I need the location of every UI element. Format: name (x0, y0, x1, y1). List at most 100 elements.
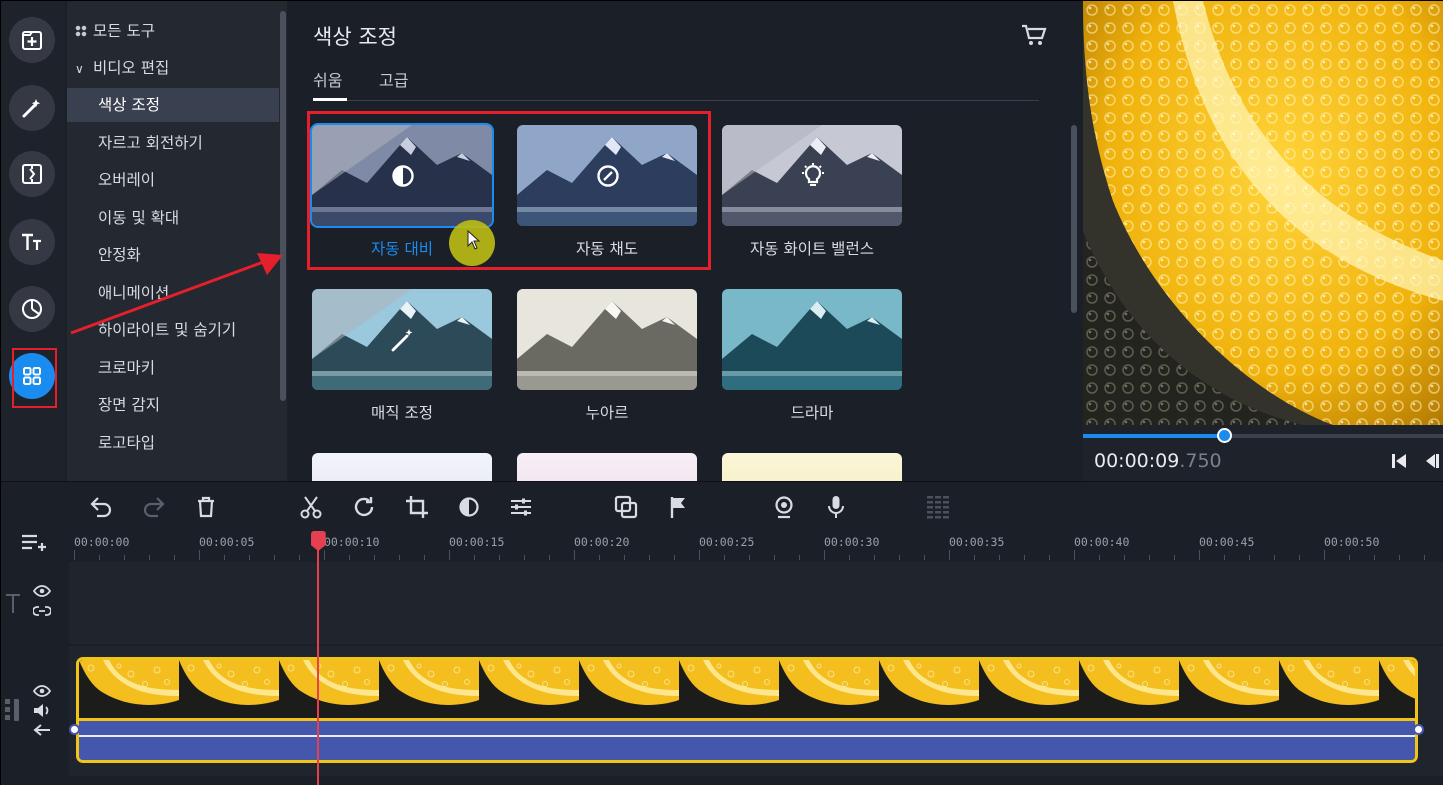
undo-button[interactable] (88, 494, 114, 520)
preset-tile[interactable]: 자동 화이트 밸런스 (722, 125, 902, 259)
preview-timecode: 00:00:09.750 (1094, 450, 1222, 472)
preset-tile[interactable]: 드라마 (722, 289, 902, 423)
ruler-tick (949, 550, 950, 560)
clip-frame-thumbnail (979, 660, 1079, 718)
mountain-thumbnail (722, 289, 902, 390)
scissors-icon (300, 496, 322, 519)
preset-label: 자동 화이트 밸런스 (750, 240, 874, 258)
category-item[interactable]: 오버레이 (67, 163, 279, 197)
redo-button[interactable] (141, 494, 167, 520)
clip-frame-thumbnail (79, 660, 179, 718)
mountain-thumbnail (517, 289, 697, 390)
link-icon[interactable] (33, 604, 51, 618)
volume-keyframe-end[interactable] (1413, 724, 1424, 735)
text-track[interactable] (69, 562, 1443, 644)
category-item[interactable]: 장면 감지 (67, 388, 279, 422)
cart-icon[interactable] (1021, 23, 1047, 47)
crop-button[interactable] (404, 494, 430, 520)
tab-easy[interactable]: 쉬움 (313, 67, 342, 91)
category-item[interactable]: 자르고 회전하기 (67, 126, 279, 160)
ruler-label: 00:00:10 (324, 535, 380, 549)
ruler-tick (774, 555, 775, 560)
category-item[interactable]: 색상 조정 (67, 88, 279, 122)
ruler-label: 00:00:45 (1199, 535, 1255, 549)
ruler-tick (1099, 555, 1100, 560)
flag-icon (670, 497, 685, 518)
ruler-tick (999, 555, 1000, 560)
clip-audio[interactable] (79, 718, 1415, 760)
video-clip[interactable] (76, 657, 1418, 763)
lightbulb-icon (802, 163, 824, 186)
preset-label: 드라마 (790, 404, 834, 422)
ruler-label: 00:00:25 (699, 535, 755, 549)
audio-levels-button[interactable] (925, 494, 951, 520)
sticker-icon (22, 299, 42, 319)
transition-wizard-button[interactable] (613, 494, 639, 520)
volume-line[interactable] (79, 735, 1415, 737)
preset-tile[interactable]: 누아르 (517, 289, 697, 423)
volume-keyframe-start[interactable] (69, 724, 80, 735)
titles-button[interactable] (9, 219, 55, 265)
split-button[interactable] (298, 494, 324, 520)
marker-button[interactable] (666, 494, 692, 520)
category-item[interactable]: 로고타입 (67, 426, 279, 460)
category-video-editing[interactable]: ∨ 비디오 편집 (67, 51, 279, 85)
ruler-tick (799, 555, 800, 560)
arrow-left-icon[interactable] (33, 723, 51, 737)
panel-scrollbar[interactable] (1071, 125, 1077, 313)
preview-progress (1083, 434, 1224, 438)
skip-to-start-icon[interactable] (1389, 451, 1409, 471)
ruler-tick (149, 555, 150, 560)
filters-button[interactable] (9, 85, 55, 131)
category-item[interactable]: 이동 및 확대 (67, 201, 279, 235)
category-item[interactable]: 크로마키 (67, 351, 279, 385)
ruler-tick (474, 555, 475, 560)
tile-partial-1[interactable] (312, 453, 492, 481)
tab-advanced[interactable]: 고급 (379, 67, 408, 91)
highlight-box-tools (12, 348, 57, 408)
preview-video[interactable] (1083, 1, 1443, 425)
preset-tile[interactable]: 매직 조정 (312, 289, 492, 423)
import-button[interactable] (9, 17, 55, 63)
clip-frame-thumbnail (879, 660, 979, 718)
webcam-record-button[interactable] (771, 494, 797, 520)
drag-handle-icon[interactable] (4, 698, 20, 722)
ruler-label: 00:00:20 (574, 535, 630, 549)
lemon-frame-image (1179, 660, 1279, 718)
ruler-tick (324, 550, 325, 560)
ruler-tick (349, 555, 350, 560)
timeline-ruler[interactable]: 00:00:00 00:00:05 00:00:10 00:00:15 00:00:20… (69, 532, 1429, 562)
ruler-tick (824, 550, 825, 560)
clip-properties-button[interactable] (508, 494, 534, 520)
previous-frame-icon[interactable] (1421, 451, 1441, 471)
ruler-tick (1124, 555, 1125, 560)
eye-icon[interactable] (33, 585, 51, 597)
eye-icon[interactable] (33, 685, 51, 697)
tile-partial-2[interactable] (517, 453, 697, 481)
category-all-tools[interactable]: 모든 도구 (67, 14, 279, 48)
ruler-tick (1024, 555, 1025, 560)
add-track-icon[interactable] (21, 532, 47, 554)
preview-seekbar[interactable] (1083, 428, 1443, 443)
speaker-icon[interactable] (33, 703, 51, 718)
color-adjust-button[interactable] (456, 494, 482, 520)
ruler-tick (1199, 550, 1200, 560)
stickers-button[interactable] (9, 286, 55, 332)
clip-frame-thumbnail (579, 660, 679, 718)
lemon-preview-image (1083, 1, 1443, 425)
lemon-frame-image (1079, 660, 1179, 718)
ruler-tick (974, 555, 975, 560)
lemon-frame-image (279, 660, 379, 718)
transitions-button[interactable] (9, 151, 55, 197)
transition-icon (22, 164, 42, 184)
ruler-tick (1324, 550, 1325, 560)
rotate-button[interactable] (351, 494, 377, 520)
tile-partial-3[interactable] (722, 453, 902, 481)
category-scrollbar[interactable] (280, 11, 286, 401)
delete-button[interactable] (193, 494, 219, 520)
ruler-tick (1174, 555, 1175, 560)
preview-seek-handle[interactable] (1216, 428, 1232, 443)
voiceover-button[interactable] (823, 494, 849, 520)
preset-thumbnail (312, 289, 492, 390)
tool-rail (1, 1, 65, 481)
